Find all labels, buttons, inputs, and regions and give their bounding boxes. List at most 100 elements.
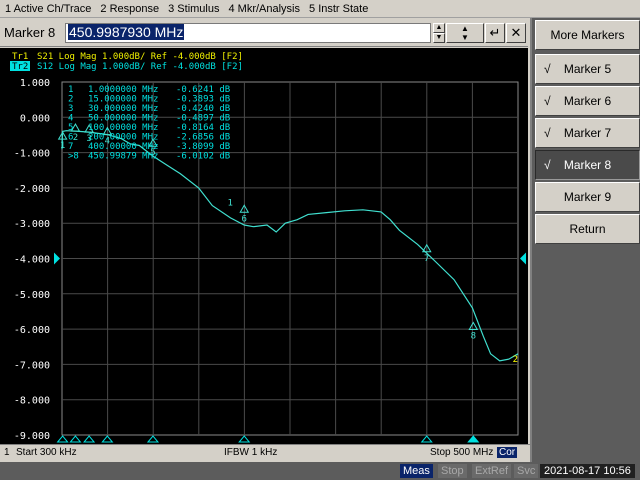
- marker-frequency-input[interactable]: 450.9987930 MHz: [65, 23, 431, 43]
- softkey-title-more-markers: More Markers: [535, 20, 640, 50]
- marker-5-position-icon: [146, 435, 160, 443]
- marker-7-position-icon: [420, 435, 433, 443]
- softkey-marker-5[interactable]: √ Marker 5: [535, 54, 640, 84]
- marker-table-value: -0.4240 dB: [176, 104, 230, 114]
- ifbw[interactable]: IFBW 1 kHz: [224, 447, 277, 458]
- marker-table-frequency: 450.99879 MHz: [88, 152, 158, 162]
- menu-response[interactable]: 2 Response: [95, 3, 163, 15]
- marker-table-index: 1: [68, 85, 73, 95]
- marker-4-position-icon: [101, 435, 114, 443]
- marker-8-icon: [468, 321, 479, 330]
- marker-table-frequency: 15.000000 MHz: [88, 95, 158, 105]
- y-tick-label: -1.000: [14, 149, 50, 160]
- y-tick-label: -3.000: [14, 219, 50, 230]
- marker-table-index: 7: [68, 142, 73, 152]
- menu-instr-state[interactable]: 5 Instr State: [304, 3, 372, 15]
- menu-stimulus[interactable]: 3 Stimulus: [163, 3, 223, 15]
- close-entry-button[interactable]: ✕: [506, 23, 526, 43]
- start-frequency[interactable]: Start 300 kHz: [16, 447, 77, 458]
- softkey-marker-8[interactable]: √ Marker 8: [535, 150, 640, 180]
- marker-table-frequency: 50.000000 MHz: [88, 114, 158, 124]
- marker-table-value: -0.8164 dB: [176, 123, 230, 133]
- date-time: 2021-08-17 10:56: [540, 464, 635, 478]
- marker-2-label: 2: [73, 133, 78, 143]
- marker-1-position-icon: [56, 435, 69, 443]
- trace-info: S12 Log Mag 1.000dB/ Ref -4.000dB [F2]: [37, 62, 243, 72]
- softkey-label: Marker 9: [563, 190, 612, 204]
- marker-6-label: 6: [242, 214, 247, 224]
- entry-label: Marker 8: [4, 25, 56, 40]
- softkey-title: More Markers: [550, 28, 625, 42]
- y-tick-label: -8.000: [14, 396, 50, 407]
- marker-table-value: -6.0102 dB: [176, 152, 230, 162]
- marker-table-index: >8: [68, 152, 79, 162]
- plot-canvas: 1.000 0.000 -1.000 -2.000 -3.000 -4.000 -5.000…: [10, 52, 526, 443]
- status-meas: Meas: [400, 464, 433, 478]
- softkey-panel: More Markers √ Marker 5 √ Marker 6 √ Marker 7…: [530, 18, 640, 462]
- menu-mkr-analysis[interactable]: 4 Mkr/Analysis: [223, 3, 304, 15]
- trace-info: S21 Log Mag 1.000dB/ Ref -4.000dB [F2]: [37, 52, 243, 62]
- y-tick-label: 0.000: [20, 113, 50, 124]
- marker-table-frequency: 30.000000 MHz: [88, 104, 158, 114]
- softkey-marker-7[interactable]: √ Marker 7: [535, 118, 640, 148]
- marker-table-frequency: 100.00000 MHz: [88, 123, 158, 133]
- correction-badge: Cor: [497, 447, 518, 458]
- step-button[interactable]: ▲ ▼: [446, 23, 484, 43]
- menu-active-ch-trace[interactable]: 1 Active Ch/Trace: [0, 3, 95, 15]
- spin-up-button[interactable]: ▲: [433, 23, 445, 33]
- entry-bar: Marker 8 450.9987930 MHz ▲ ▼ ▲ ▼ ↵ ✕: [0, 19, 528, 47]
- y-tick-label: -6.000: [14, 325, 50, 336]
- marker-table-frequency: 200.00000 MHz: [88, 133, 158, 143]
- softkey-label: Return: [569, 222, 606, 236]
- status-extref: ExtRef: [472, 464, 512, 478]
- y-tick-label: -2.000: [14, 184, 50, 195]
- channel-status-bar: 1 Start 300 kHz IFBW 1 kHz Stop 500 MHz …: [0, 444, 530, 461]
- trace-end-label: 2: [513, 355, 518, 365]
- entry-value: 450.9987930 MHz: [68, 24, 185, 40]
- y-tick-label: -9.000: [14, 431, 50, 442]
- instrument-status-bar: Meas Stop ExtRef Svc 2021-08-17 10:56: [0, 462, 640, 480]
- marker-table-frequency: 1.0000000 MHz: [88, 85, 158, 95]
- marker-table-value: -2.6856 dB: [176, 133, 230, 143]
- status-svc: Svc: [514, 464, 539, 478]
- softkey-label: Marker 7: [563, 126, 612, 140]
- marker-8-label: 8: [471, 331, 476, 341]
- y-tick-label: -5.000: [14, 290, 50, 301]
- marker-7-label: 7: [424, 254, 429, 264]
- enter-button[interactable]: ↵: [485, 23, 505, 43]
- spin-down-button[interactable]: ▼: [433, 33, 445, 43]
- marker-1-label: 1: [60, 141, 65, 151]
- softkey-label: Marker 5: [563, 62, 612, 76]
- trace-tag: Tr2: [12, 62, 28, 72]
- softkey-label: Marker 8: [563, 158, 612, 172]
- trace-tag: Tr1: [12, 52, 28, 62]
- check-icon: √: [544, 62, 551, 76]
- marker-trace-label: 1: [228, 199, 233, 209]
- softkey-marker-9[interactable]: Marker 9: [535, 182, 640, 212]
- stop-frequency[interactable]: Stop 500 MHz: [430, 447, 493, 458]
- check-icon: √: [544, 126, 551, 140]
- marker-table-index: 5: [68, 123, 73, 133]
- marker-table-frequency: 400.00000 MHz: [88, 142, 158, 152]
- softkey-label: Marker 6: [563, 94, 612, 108]
- softkey-return[interactable]: Return: [535, 214, 640, 244]
- trace-plot[interactable]: 1.000 0.000 -1.000 -2.000 -3.000 -4.000 -5.000…: [0, 48, 528, 444]
- status-stop: Stop: [438, 464, 467, 478]
- close-icon: ✕: [510, 25, 522, 40]
- marker-table-index: 4: [68, 114, 73, 124]
- marker-table-value: -0.4897 dB: [176, 114, 230, 124]
- ref-level-right-icon: [520, 252, 526, 265]
- marker-table-index: 2: [68, 95, 73, 105]
- softkey-marker-6[interactable]: √ Marker 6: [535, 86, 640, 116]
- marker-6-position-icon: [238, 435, 251, 443]
- marker-8-position-icon: [467, 435, 480, 443]
- y-tick-label: -7.000: [14, 360, 50, 371]
- y-tick-label: 1.000: [20, 78, 50, 89]
- enter-icon: ↵: [489, 25, 501, 40]
- marker-table-value: -0.3893 dB: [176, 95, 230, 105]
- channel-number: 1: [4, 447, 10, 458]
- check-icon: √: [544, 94, 551, 108]
- marker-table-value: -0.6241 dB: [176, 85, 230, 95]
- marker-table-index: 6: [68, 133, 73, 143]
- ref-level-left-icon: [54, 252, 60, 265]
